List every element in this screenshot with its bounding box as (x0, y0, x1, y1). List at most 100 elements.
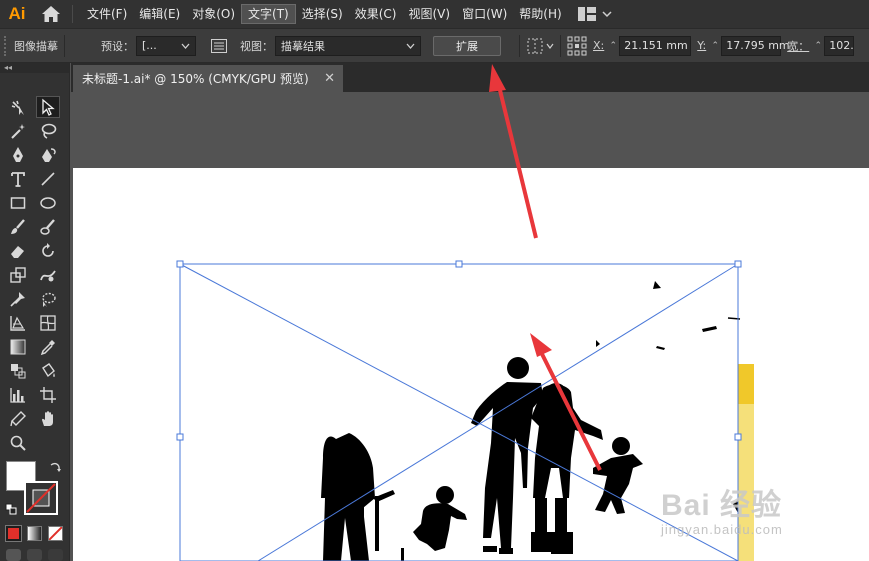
y-field[interactable]: 17.795 mm (721, 35, 790, 56)
document-tab-title: 未标题-1.ai* @ 150% (CMYK/GPU 预览) (82, 72, 309, 86)
view-label: 视图： (240, 39, 273, 53)
stroke-swatch[interactable] (24, 481, 58, 515)
tools-panel: ◂◂ (0, 63, 70, 561)
line-segment-icon[interactable] (36, 168, 60, 190)
preset-dropdown[interactable]: [... (136, 35, 196, 56)
trace-mark (702, 326, 717, 332)
menu-object[interactable]: 对象(O) (186, 4, 241, 24)
control-bar-grip[interactable] (4, 35, 10, 56)
magic-wand-icon[interactable] (6, 120, 30, 142)
eraser-icon[interactable] (6, 240, 30, 262)
menu-file[interactable]: 文件(F) (81, 4, 133, 24)
pen-tool-icon[interactable] (6, 144, 30, 166)
ellipse-tool-icon[interactable] (36, 192, 60, 214)
scale-tool-icon[interactable] (6, 264, 30, 286)
none-mode-icon[interactable] (48, 526, 63, 541)
x-spinner[interactable]: ⌃ (607, 36, 619, 56)
color-mode-icon[interactable] (5, 525, 22, 542)
hand-tool-icon[interactable] (36, 408, 60, 430)
document-tab[interactable]: 未标题-1.ai* @ 150% (CMYK/GPU 预览) ✕ (73, 65, 343, 92)
home-icon[interactable] (34, 0, 68, 28)
gradient-tool-icon[interactable] (6, 336, 30, 358)
rectangle-tool-icon[interactable] (6, 192, 30, 214)
panel-label: 图像描摹 (14, 39, 58, 53)
puppet-warp-icon[interactable] (6, 288, 30, 310)
default-colors-icon[interactable] (5, 503, 17, 518)
preset-value: [... (142, 39, 157, 52)
workspace-switcher[interactable] (577, 7, 612, 21)
menu-view[interactable]: 视图(V) (402, 4, 456, 24)
draw-normal-icon[interactable] (6, 549, 21, 561)
resize-handle[interactable] (176, 260, 184, 268)
width-field[interactable]: 102. (824, 35, 855, 56)
direct-selection-tool-icon[interactable] (36, 96, 60, 118)
draw-behind-icon[interactable] (27, 549, 42, 561)
menu-window[interactable]: 窗口(W) (456, 4, 513, 24)
chevron-down-icon (546, 43, 554, 49)
expand-button[interactable]: 扩展 (433, 35, 501, 56)
resize-handle[interactable] (734, 260, 742, 268)
close-icon[interactable]: ✕ (324, 71, 335, 86)
control-divider (64, 34, 65, 57)
width-spinner[interactable]: ⌃ (812, 36, 824, 56)
draw-mode-buttons (6, 549, 63, 561)
trace-mark (653, 281, 661, 289)
live-paint-bucket-icon[interactable] (36, 360, 60, 382)
menu-separator (72, 5, 73, 23)
align-grid-icon (527, 38, 543, 53)
view-dropdown[interactable]: 描摹结果 (275, 35, 421, 56)
type-tool-icon[interactable] (6, 168, 30, 190)
control-divider (560, 34, 561, 57)
app-logo[interactable]: Ai (0, 0, 34, 28)
menu-effect[interactable]: 效果(C) (349, 4, 403, 24)
family-silhouette (321, 357, 643, 561)
preset-label: 预设： (101, 39, 134, 53)
chevron-down-icon (406, 43, 415, 49)
menu-type[interactable]: 文字(T) (241, 4, 296, 24)
document-tab-bar: 未标题-1.ai* @ 150% (CMYK/GPU 预览) ✕ (71, 63, 869, 92)
lasso-icon[interactable] (36, 120, 60, 142)
curvature-tool-icon[interactable] (36, 144, 60, 166)
menu-edit[interactable]: 编辑(E) (133, 4, 186, 24)
width-label: 宽： (787, 39, 810, 53)
menu-select[interactable]: 选择(S) (296, 4, 349, 24)
warp-tool-icon[interactable] (36, 264, 60, 286)
trace-mark (596, 340, 600, 347)
trace-panel-icon[interactable] (210, 37, 228, 55)
mesh-tool-icon[interactable] (36, 312, 60, 334)
workspace-grid-icon (577, 7, 596, 21)
chevron-down-icon (181, 43, 190, 49)
free-transform-icon[interactable] (36, 288, 60, 310)
column-graph-icon[interactable] (6, 384, 30, 406)
x-field[interactable]: 21.151 mm (619, 35, 692, 56)
resize-handle[interactable] (734, 433, 742, 441)
slice-tool-icon[interactable] (6, 408, 30, 430)
y-label: Y: (697, 39, 707, 52)
trace-mark (656, 346, 665, 350)
blob-brush-icon[interactable] (36, 216, 60, 238)
zoom-tool-icon[interactable] (6, 432, 30, 454)
rotate-tool-icon[interactable] (36, 240, 60, 262)
y-spinner[interactable]: ⌃ (709, 36, 721, 56)
watermark-sub: jingyan.baidu.com (661, 522, 783, 537)
eyedropper-icon[interactable] (36, 336, 60, 358)
image-edge-strip-top (738, 364, 754, 404)
menu-help[interactable]: 帮助(H) (513, 4, 567, 24)
reference-point-icon[interactable] (567, 36, 587, 56)
view-value: 描摹结果 (281, 39, 325, 53)
swap-colors-icon[interactable] (48, 461, 62, 478)
draw-inside-icon[interactable] (48, 549, 63, 561)
control-divider (519, 34, 520, 57)
paintbrush-icon[interactable] (6, 216, 30, 238)
magic-selection-icon[interactable] (6, 96, 30, 118)
x-label: X: (593, 39, 605, 52)
toolbar-collapse[interactable]: ◂◂ (0, 63, 69, 73)
shape-builder-icon[interactable] (6, 312, 30, 334)
gradient-mode-icon[interactable] (27, 526, 42, 541)
resize-handle[interactable] (176, 433, 184, 441)
menu-bar: Ai 文件(F) 编辑(E) 对象(O) 文字(T) 选择(S) 效果(C) 视… (0, 0, 869, 28)
resize-handle[interactable] (455, 260, 463, 268)
align-options[interactable] (526, 37, 554, 55)
blend-tool-icon[interactable] (6, 360, 30, 382)
artboard-tool-icon[interactable] (36, 384, 60, 406)
